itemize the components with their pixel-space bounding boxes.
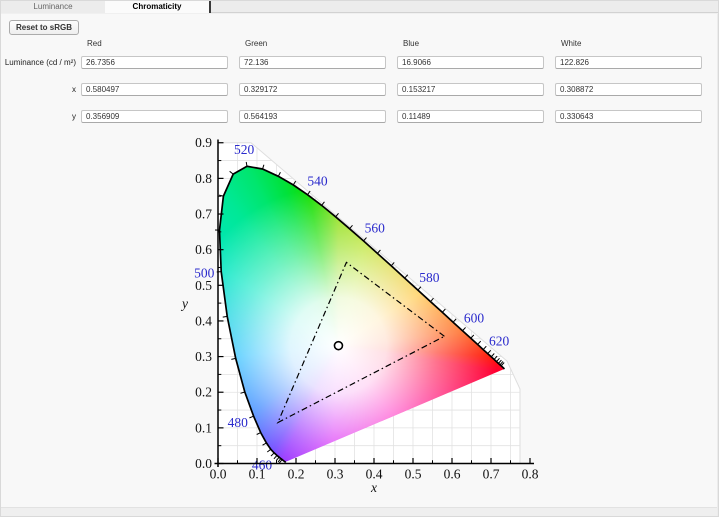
- input-red-x[interactable]: [81, 83, 228, 96]
- input-white-y[interactable]: [555, 110, 702, 123]
- column-header-green: Green: [245, 39, 267, 48]
- input-green-y[interactable]: [239, 110, 386, 123]
- row-label-luminance: Luminance (cd / m²): [1, 58, 76, 67]
- input-green-x[interactable]: [239, 83, 386, 96]
- input-blue-x[interactable]: [397, 83, 544, 96]
- tab-bar: Luminance Chromaticity: [1, 1, 719, 13]
- input-white-x[interactable]: [555, 83, 702, 96]
- window-bottom-margin: [1, 507, 717, 517]
- input-blue-luminance[interactable]: [397, 56, 544, 69]
- column-header-white: White: [561, 39, 581, 48]
- app-window: Luminance Chromaticity Reset to sRGB Red…: [0, 0, 719, 517]
- tab-luminance[interactable]: Luminance: [1, 1, 105, 13]
- row-label-y: y: [1, 112, 76, 121]
- active-tab-separator: [209, 1, 211, 13]
- input-green-luminance[interactable]: [239, 56, 386, 69]
- row-label-x: x: [1, 85, 76, 94]
- column-header-red: Red: [87, 39, 102, 48]
- input-red-luminance[interactable]: [81, 56, 228, 69]
- color-values-form: Red Green Blue White Luminance (cd / m²) x y: [1, 14, 717, 144]
- column-header-blue: Blue: [403, 39, 419, 48]
- input-white-luminance[interactable]: [555, 56, 702, 69]
- tab-chromaticity[interactable]: Chromaticity: [105, 1, 209, 13]
- input-red-y[interactable]: [81, 110, 228, 123]
- input-blue-y[interactable]: [397, 110, 544, 123]
- content-panel: Reset to sRGB RedGreenBlueWhiteLuminance…: [1, 14, 717, 507]
